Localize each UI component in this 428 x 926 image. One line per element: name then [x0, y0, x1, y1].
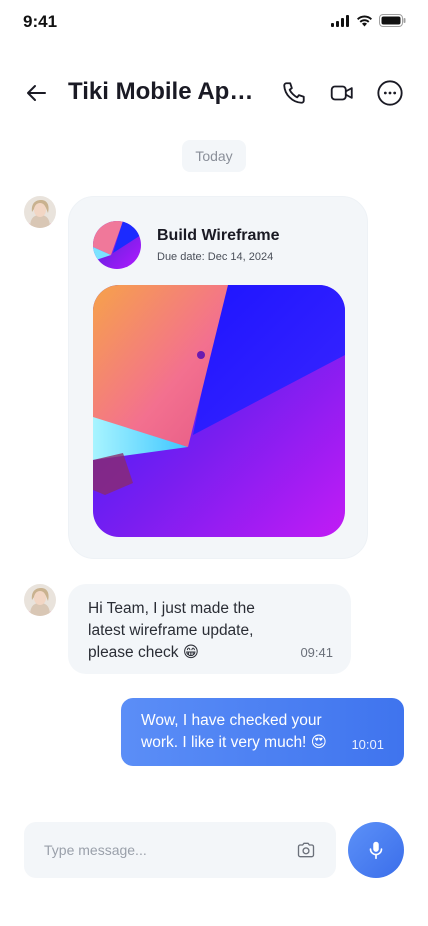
back-button[interactable] [22, 78, 52, 108]
outgoing-message[interactable]: Wow, I have checked your work. I like it… [121, 698, 404, 766]
incoming-message[interactable]: Hi Team, I just made the latest wirefram… [68, 584, 351, 674]
phone-icon [283, 82, 305, 104]
task-due-date: Due date: Dec 14, 2024 [157, 251, 274, 263]
chat-title: Tiki Mobile App Project [68, 78, 268, 105]
wireframe-preview-image[interactable] [93, 285, 345, 537]
status-time: 9:41 [23, 12, 58, 31]
camera-icon [297, 842, 315, 858]
message-input[interactable] [44, 838, 274, 862]
signal-icon [331, 14, 350, 32]
task-card[interactable]: Build Wireframe Due date: Dec 14, 2024 [68, 196, 368, 559]
chat-header: Tiki Mobile App Project [0, 70, 428, 114]
status-icons [331, 14, 406, 32]
message-time: 09:41 [300, 645, 333, 660]
message-text: Wow, I have checked your work. I like it… [141, 712, 327, 751]
sender-avatar[interactable] [24, 196, 56, 228]
more-options-button[interactable] [375, 78, 405, 108]
back-arrow-icon [27, 85, 46, 101]
message-composer [24, 822, 336, 878]
wifi-icon [356, 14, 373, 32]
more-icon [377, 80, 403, 106]
message-text: Hi Team, I just made the latest wirefram… [88, 600, 255, 661]
voice-message-button[interactable] [348, 822, 404, 878]
sender-avatar[interactable] [24, 584, 56, 616]
task-thumbnail [93, 221, 141, 269]
camera-button[interactable] [294, 838, 318, 862]
phone-call-button[interactable] [279, 78, 309, 108]
status-bar: 9:41 [0, 0, 428, 44]
video-call-button[interactable] [327, 78, 357, 108]
message-time: 10:01 [351, 737, 384, 752]
video-call-icon [330, 85, 353, 101]
battery-icon [379, 14, 406, 32]
date-separator: Today [182, 140, 246, 172]
task-title: Build Wireframe [157, 227, 280, 244]
microphone-icon [369, 841, 383, 860]
